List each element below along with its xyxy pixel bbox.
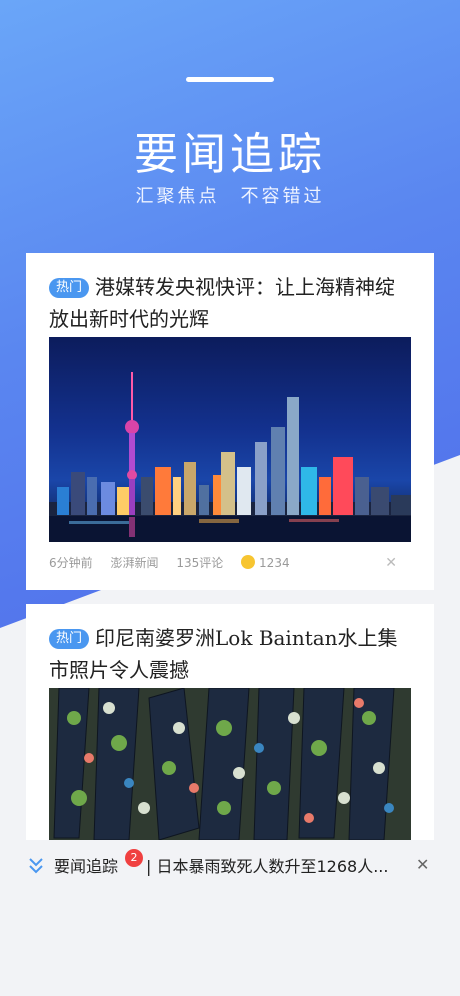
news-image-floating-market[interactable] [49,688,411,840]
header-handle-bar [186,77,274,82]
close-icon[interactable]: ✕ [385,553,397,573]
double-chevron-down-icon[interactable] [28,856,44,876]
floating-market-illustration [49,688,411,840]
bottom-news-bar[interactable]: 要闻追踪 2 | 日本暴雨致死人数升至1268人... ✕ [0,840,460,894]
page-title: 要闻追踪 [134,129,326,180]
close-icon[interactable]: ✕ [416,855,429,874]
page-subtitle: 汇聚焦点 不容错过 [135,186,325,207]
news-title-text: 印尼南婆罗洲Lok Baintan水上集市照片令人震撼 [49,626,398,682]
bottom-bar-news-text: 日本暴雨致死人数升至1268人... [156,857,389,876]
laugh-emoji-icon[interactable] [241,555,256,569]
hot-badge: 热门 [49,629,90,649]
notification-badge: 2 [125,849,143,867]
news-meta: 6分钟前 澎湃新闻 135评论 1234 ✕ [49,553,411,573]
news-source: 澎湃新闻 [110,556,159,570]
separator: | [146,857,152,876]
news-card[interactable]: 热门 印尼南婆罗洲Lok Baintan水上集市照片令人震撼 [26,604,434,840]
reaction-count: 1234 [259,556,290,570]
skyline-illustration [49,372,411,542]
news-card[interactable]: 热门 港媒转发央视快评：让上海精神绽放出新时代的光辉 6分钟前 澎湃新闻 135… [26,253,434,590]
news-title[interactable]: 热门 印尼南婆罗洲Lok Baintan水上集市照片令人震撼 [49,622,411,686]
news-title-text: 港媒转发央视快评：让上海精神绽放出新时代的光辉 [49,275,396,331]
news-time: 6分钟前 [49,556,93,570]
news-title[interactable]: 热门 港媒转发央视快评：让上海精神绽放出新时代的光辉 [49,271,411,335]
bottom-bar-news[interactable]: | 日本暴雨致死人数升至1268人... [146,856,388,878]
news-comments[interactable]: 135评论 [176,556,223,570]
hot-badge: 热门 [49,278,90,298]
bottom-bar-label[interactable]: 要闻追踪 [54,856,118,878]
news-image-shanghai[interactable] [49,337,411,542]
